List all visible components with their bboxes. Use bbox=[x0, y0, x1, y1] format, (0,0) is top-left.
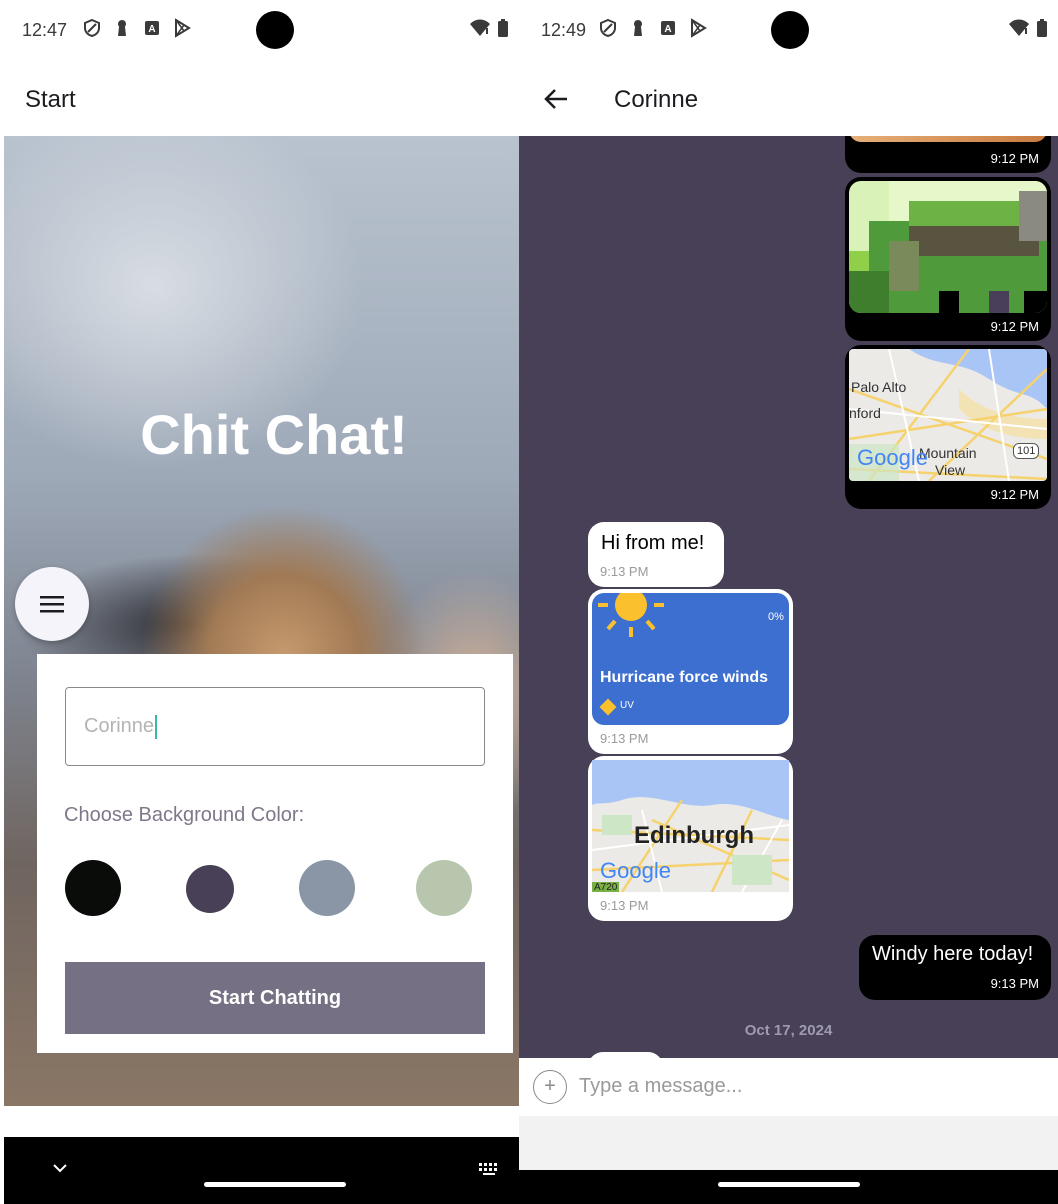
play-store-icon bbox=[691, 18, 707, 38]
name-input-value: Corinne bbox=[84, 715, 155, 737]
start-screen: 12:47 A Start Chit Chat! Corinne Choose … bbox=[0, 0, 519, 1204]
front-camera bbox=[256, 11, 294, 49]
add-attachment-button[interactable]: + bbox=[533, 1070, 567, 1104]
message-image-bubble[interactable]: 9:12 PM bbox=[845, 136, 1051, 173]
keyhole-icon bbox=[118, 20, 126, 36]
start-form: Corinne Choose Background Color: Start C… bbox=[37, 654, 513, 1053]
date-separator: Oct 17, 2024 bbox=[744, 1022, 833, 1039]
message-location-bubble[interactable]: Palo Alto nford Mountain View 101 Google… bbox=[845, 345, 1051, 509]
menu-icon bbox=[40, 596, 64, 613]
back-arrow-icon[interactable] bbox=[543, 88, 569, 110]
home-indicator[interactable] bbox=[718, 1182, 860, 1187]
pixel-art-image bbox=[849, 181, 1047, 313]
color-option-gray[interactable] bbox=[299, 860, 355, 916]
weather-title: Hurricane force winds bbox=[600, 669, 769, 686]
status-time: 12:47 bbox=[22, 20, 68, 40]
message-text-bubble[interactable]: Hi from me! 9:13 PM bbox=[588, 522, 724, 587]
wifi-icon bbox=[1009, 19, 1029, 36]
message-time: 9:13 PM bbox=[600, 564, 649, 579]
keyboard-area bbox=[519, 1116, 1058, 1170]
font-icon: A bbox=[145, 21, 159, 35]
font-icon: A bbox=[661, 21, 675, 35]
message-text: Windy here today! bbox=[872, 943, 1034, 965]
keyhole-icon bbox=[634, 20, 642, 36]
message-time: 9:13 PM bbox=[600, 731, 649, 746]
precipitation-value: 0% bbox=[768, 611, 784, 623]
front-camera bbox=[771, 11, 809, 49]
message-time: 9:12 PM bbox=[990, 151, 1039, 166]
chevron-down-icon[interactable] bbox=[52, 1162, 68, 1174]
message-text: Hi from me! bbox=[601, 532, 705, 554]
uv-label: UV bbox=[620, 700, 634, 711]
status-time: 12:49 bbox=[541, 20, 587, 40]
map-thumbnail: Palo Alto nford Mountain View 101 Google bbox=[849, 349, 1047, 481]
map-thumbnail: Edinburgh Google A720 bbox=[592, 760, 789, 892]
menu-button[interactable] bbox=[15, 567, 89, 641]
shield-icon bbox=[600, 18, 616, 38]
color-option-black[interactable] bbox=[65, 860, 121, 916]
map-label: Palo Alto bbox=[851, 379, 907, 395]
battery-icon bbox=[498, 19, 508, 37]
message-location-bubble[interactable]: Edinburgh Google A720 9:13 PM bbox=[588, 756, 793, 921]
highway-shield: 101 bbox=[1013, 443, 1040, 459]
color-option-green[interactable] bbox=[416, 860, 472, 916]
color-label: Choose Background Color: bbox=[64, 804, 305, 826]
home-indicator[interactable] bbox=[204, 1182, 346, 1187]
message-text-bubble[interactable]: Windy here today! 9:13 PM bbox=[859, 935, 1051, 1000]
message-input[interactable]: Type a message... bbox=[579, 1075, 742, 1098]
composer: + Type a message... bbox=[519, 1058, 1058, 1116]
message-time: 9:12 PM bbox=[990, 487, 1039, 502]
status-bar: 12:49 A bbox=[519, 0, 1058, 60]
color-option-purple[interactable] bbox=[186, 865, 234, 913]
svg-text:A: A bbox=[148, 24, 155, 35]
chat-screen: 12:49 A Corinne 9:12 PM 9:12 PM Palo Alt… bbox=[519, 0, 1058, 1204]
weather-card: 0% Hurricane force winds UV bbox=[592, 593, 789, 725]
text-cursor bbox=[155, 714, 158, 739]
google-logo: Google bbox=[600, 858, 671, 883]
photo-thumbnail bbox=[849, 136, 1047, 142]
road-label: A720 bbox=[592, 882, 620, 892]
keyboard-icon[interactable] bbox=[478, 1162, 500, 1176]
sun-icon bbox=[598, 593, 664, 637]
message-list[interactable]: 9:12 PM 9:12 PM Palo Alto nford Mountain… bbox=[519, 136, 1058, 1058]
start-chatting-button[interactable]: Start Chatting bbox=[65, 962, 485, 1034]
navigation-bar bbox=[519, 1170, 1058, 1204]
google-logo: Google bbox=[857, 445, 928, 470]
play-store-icon bbox=[175, 18, 191, 38]
chat-title: Corinne bbox=[614, 86, 699, 113]
uv-icon bbox=[599, 698, 617, 716]
message-image-bubble[interactable]: 0% Hurricane force winds UV 9:13 PM bbox=[588, 589, 793, 754]
message-time: 9:13 PM bbox=[600, 898, 649, 913]
name-input[interactable]: Corinne bbox=[65, 687, 485, 766]
message-image-bubble[interactable]: 9:12 PM bbox=[845, 177, 1051, 341]
svg-text:A: A bbox=[664, 24, 671, 35]
battery-icon bbox=[1037, 19, 1047, 37]
message-time: 9:13 PM bbox=[990, 976, 1039, 991]
app-bar: Start bbox=[0, 60, 519, 136]
app-bar: Corinne bbox=[519, 60, 1058, 136]
navigation-bar bbox=[4, 1137, 519, 1204]
wifi-icon bbox=[470, 19, 490, 36]
status-bar: 12:47 A bbox=[0, 0, 519, 60]
app-title: Chit Chat! bbox=[140, 403, 408, 466]
shield-icon bbox=[84, 18, 100, 38]
map-label: View bbox=[935, 462, 966, 478]
map-city-label: Edinburgh bbox=[634, 822, 754, 849]
page-title: Start bbox=[25, 86, 76, 113]
map-label: nford bbox=[849, 405, 881, 421]
message-time: 9:12 PM bbox=[990, 319, 1039, 334]
